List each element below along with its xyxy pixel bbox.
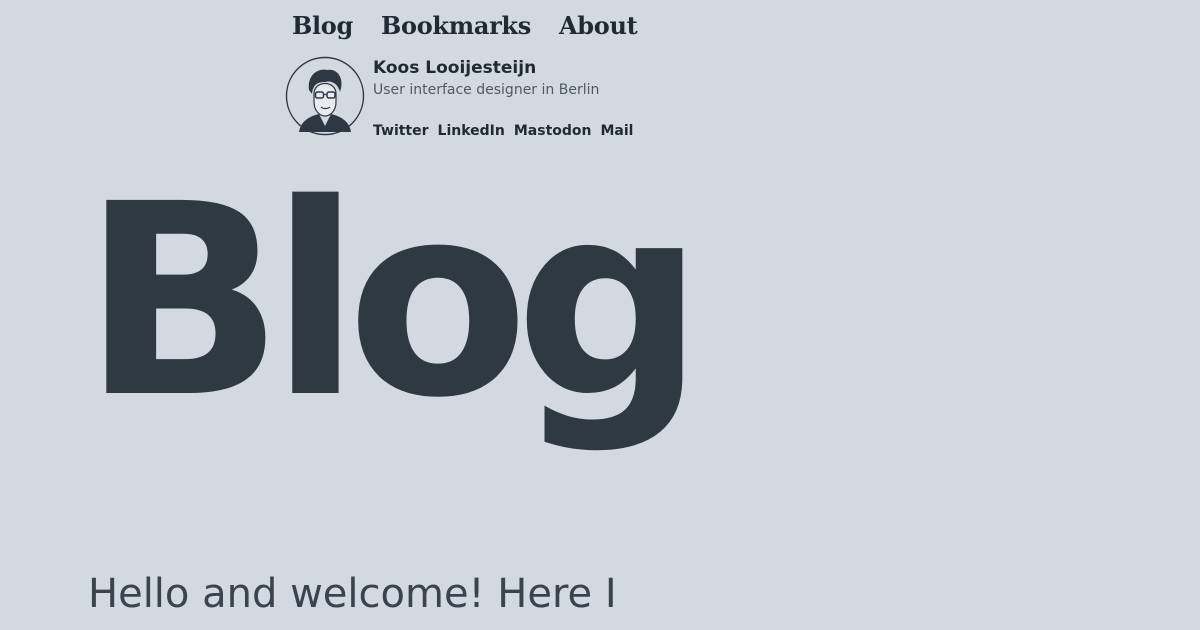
author-name: Koos Looijesteijn: [373, 58, 537, 78]
social-link-mail[interactable]: Mail: [601, 123, 634, 139]
main-nav: Blog Bookmarks About: [292, 8, 638, 44]
page-title: Blog: [82, 148, 705, 456]
social-link-linkedin[interactable]: LinkedIn: [438, 123, 505, 139]
social-links: Twitter LinkedIn Mastodon Mail: [373, 123, 633, 139]
nav-link-about[interactable]: About: [559, 8, 638, 44]
intro-text: Hello and welcome! Here I: [88, 571, 617, 617]
nav-link-blog[interactable]: Blog: [292, 8, 353, 44]
avatar: [285, 56, 365, 136]
nav-link-bookmarks[interactable]: Bookmarks: [381, 8, 531, 44]
social-link-twitter[interactable]: Twitter: [373, 123, 429, 139]
author-profile: Koos Looijesteijn User interface designe…: [285, 56, 645, 140]
social-link-mastodon[interactable]: Mastodon: [514, 123, 592, 139]
author-tagline: User interface designer in Berlin: [373, 82, 600, 98]
